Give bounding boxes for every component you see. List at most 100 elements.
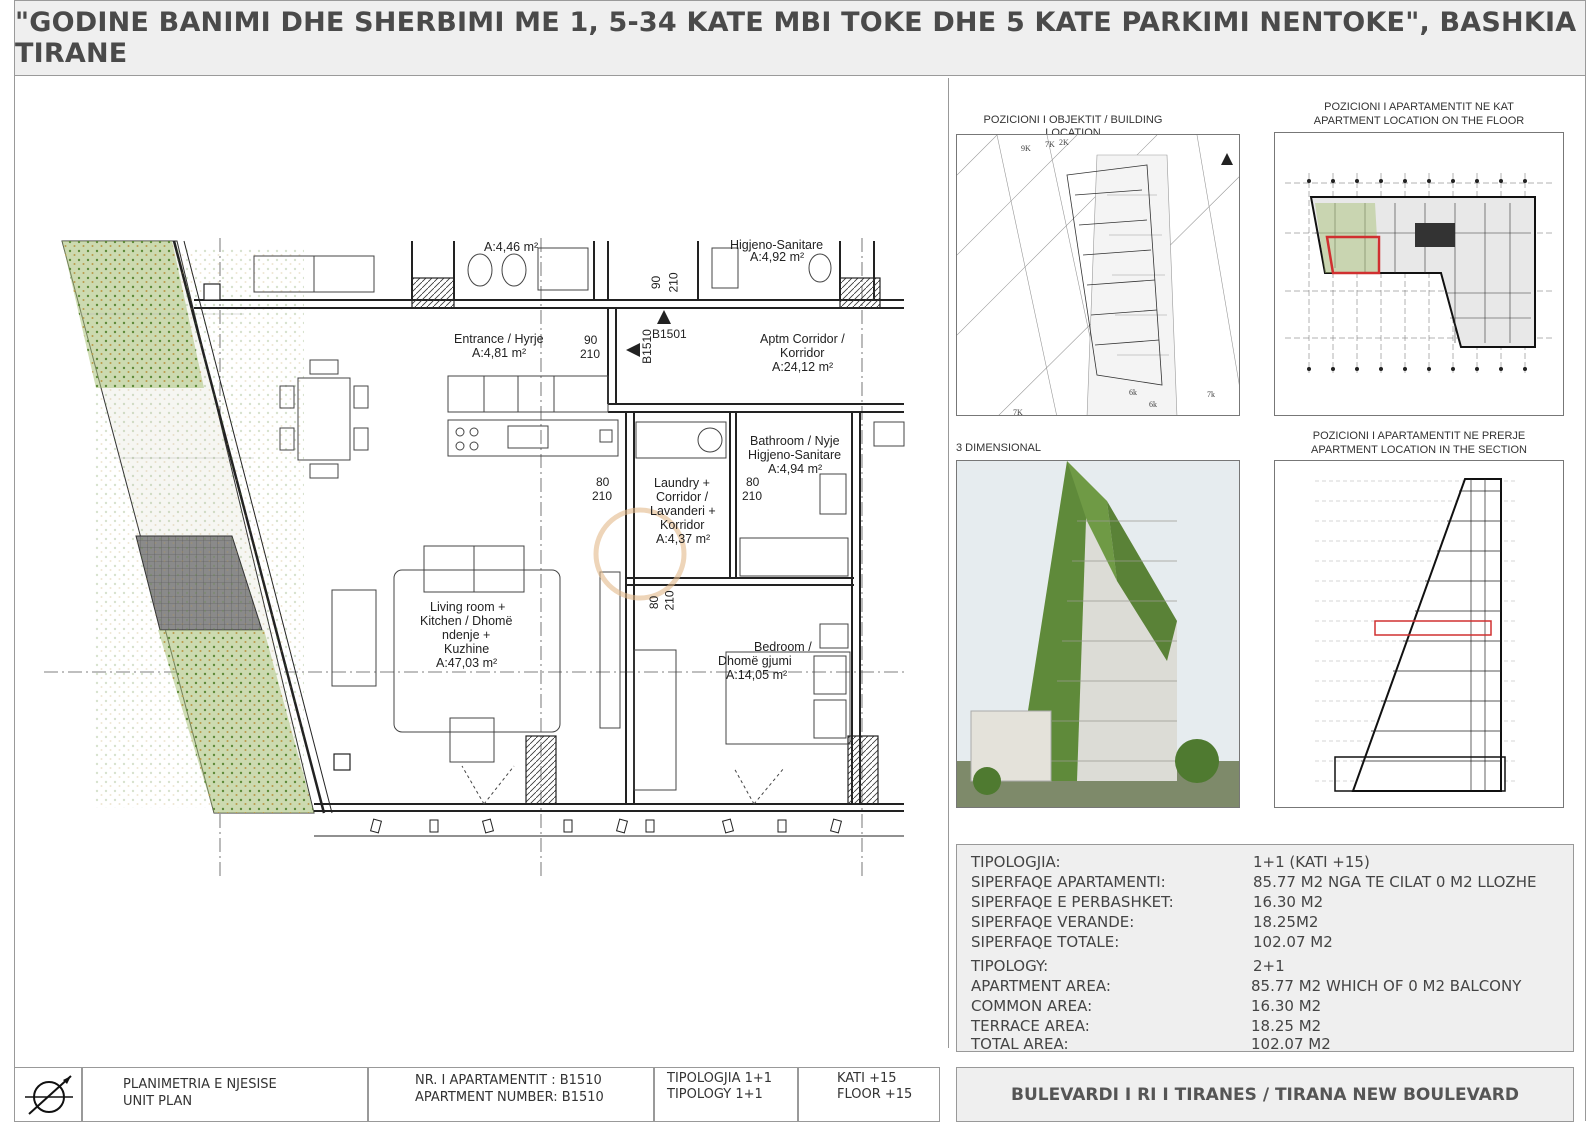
unit-plan-label-al: PLANIMETRIA E NJESISE — [123, 1077, 277, 1092]
info-value: 18.25M2 — [1253, 913, 1319, 931]
info-label: SIPERFAQE VERANDE: — [971, 913, 1135, 931]
info-label: SIPERFAQE APARTAMENTI: — [971, 873, 1166, 891]
info-value: 16.30 M2 — [1251, 997, 1322, 1015]
living-label-3: ndenje + — [442, 628, 491, 642]
corridor-label-2: Korridor — [780, 346, 825, 360]
floor-location-caption-2: APARTMENT LOCATION ON THE FLOOR — [1313, 115, 1525, 127]
info-label: APARTMENT AREA: — [971, 977, 1111, 995]
bathroom-label-2: Higjeno-Sanitare — [748, 448, 842, 462]
corridor-area: A:24,12 m² — [772, 360, 834, 374]
dim-height: 210 — [742, 489, 763, 503]
living-label-2: Kitchen / Dhomë — [420, 614, 513, 628]
site-plan-drawing: 9K 7K 2K 7K 6k 6k 7k — [957, 135, 1239, 416]
window-markers — [369, 818, 843, 834]
room-area-top-right: A:4,92 m² — [750, 250, 805, 264]
info-label: SIPERFAQE TOTALE: — [971, 933, 1120, 951]
laundry-label-1: Laundry + — [654, 476, 710, 490]
bathroom-label-1: Bathroom / Nyje — [750, 434, 840, 448]
bedroom-label-2: Dhomë gjumi — [718, 654, 792, 668]
boulevard-cell: BULEVARDI I RI I TIRANES / TIRANA NEW BO… — [956, 1067, 1574, 1122]
floor-cell: KATI +15 FLOOR +15 — [798, 1067, 940, 1122]
dim-width: 80 — [647, 595, 662, 610]
floor-plan-mini — [1285, 173, 1555, 373]
section-location-caption-1: POZICIONI I APARTAMENTIT NE PRERJE — [1312, 430, 1526, 442]
room-area-top-left: A:4,46 m² — [484, 240, 539, 254]
info-value: 16.30 M2 — [1253, 893, 1324, 911]
info-value: 1+1 (KATI +15) — [1253, 853, 1370, 871]
info-label: SIPERFAQE E PERBASHKET: — [971, 893, 1174, 911]
apartment-number-cell: NR. I APARTAMENTIT : B1510 APARTMENT NUM… — [368, 1067, 654, 1122]
floor-plan: A:4,46 m² Higjeno-Sanitare A:4,92 m² Ent… — [14, 78, 949, 1048]
three-d-caption: 3 DIMENSIONAL — [956, 442, 1041, 454]
apartment-info-table: TIPOLOGJIA: 1+1 (KATI +15) SIPERFAQE APA… — [956, 844, 1574, 1053]
page-title: "GODINE BANIMI DHE SHERBIMI ME 1, 5-34 K… — [15, 7, 1577, 69]
info-label: TIPOLOGJIA: — [971, 853, 1061, 871]
header-title-bar: "GODINE BANIMI DHE SHERBIMI ME 1, 5-34 K… — [14, 0, 1586, 76]
kitchen — [447, 375, 619, 457]
site-label: 7k — [1207, 390, 1215, 399]
section-drawing — [1315, 478, 1515, 792]
unit-tag: B1501 — [652, 327, 687, 341]
apartment-number-al: NR. I APARTAMENTIT : B1510 — [415, 1073, 602, 1088]
section-location-drawing — [1274, 460, 1564, 808]
dim-height: 210 — [580, 347, 601, 361]
dim-width: 90 — [649, 275, 664, 290]
apartment-number-en: APARTMENT NUMBER: B1510 — [415, 1090, 604, 1105]
floor-al: KATI +15 — [837, 1071, 897, 1086]
north-arrow-icon — [25, 1075, 73, 1115]
site-label: 7K — [1045, 140, 1055, 149]
dim-width: 80 — [596, 475, 610, 489]
site-label: 9K — [1021, 144, 1031, 153]
floor-location-caption-1: POZICIONI I APARTAMENTIT NE KAT — [1324, 101, 1514, 113]
dim-height: 210 — [592, 489, 613, 503]
typology-en: TIPOLOGY 1+1 — [667, 1087, 763, 1102]
dim-height: 210 — [666, 272, 681, 293]
floor-plan-drawing — [44, 238, 905, 878]
dim-width: 90 — [584, 333, 598, 347]
corridor-label-1: Aptm Corridor / — [760, 332, 845, 346]
site-label: 2K — [1059, 138, 1069, 147]
info-label: COMMON AREA: — [971, 997, 1093, 1015]
floor-en: FLOOR +15 — [837, 1087, 913, 1102]
boulevard-label: BULEVARDI I RI I TIRANES / TIRANA NEW BO… — [1011, 1084, 1519, 1105]
info-label: TIPOLOGY: — [971, 957, 1049, 975]
three-d-render — [956, 460, 1240, 808]
site-label: 6k — [1129, 388, 1137, 397]
bedroom-area: A:14,05 m² — [726, 668, 788, 682]
dim-height: 210 — [662, 590, 677, 611]
info-value: 85.77 M2 NGA TE CILAT 0 M2 LLOZHE — [1253, 873, 1537, 891]
entrance-area: A:4,81 m² — [472, 346, 527, 360]
site-label: 7K — [1013, 408, 1023, 416]
living-furniture — [331, 545, 677, 805]
bathroom-area: A:4,94 m² — [768, 462, 823, 476]
laundry-label-4: Korridor — [660, 518, 705, 532]
unit-tag-vertical: B1510 — [639, 329, 654, 364]
laundry-label-3: Lavanderi + — [650, 504, 716, 518]
bedroom-label-1: Bedroom / — [754, 640, 812, 654]
entrance-label: Entrance / Hyrje — [454, 332, 544, 346]
info-value: 102.07 M2 — [1253, 933, 1333, 951]
laundry-label-2: Corridor / — [656, 490, 709, 504]
unit-plan-cell: PLANIMETRIA E NJESISE UNIT PLAN — [82, 1067, 368, 1122]
floor-location-plan — [1274, 132, 1564, 416]
living-area: A:47,03 m² — [436, 656, 498, 670]
info-value: 18.25 M2 — [1251, 1017, 1322, 1035]
unit-plan-label-en: UNIT PLAN — [123, 1094, 193, 1109]
terrace — [61, 240, 333, 814]
dim-width: 80 — [746, 475, 760, 489]
tower-render — [957, 461, 1239, 807]
typology-cell: TIPOLOGJIA 1+1 TIPOLOGY 1+1 — [654, 1067, 798, 1122]
info-value: 85.77 M2 WHICH OF 0 M2 BALCONY — [1251, 977, 1522, 995]
info-value: 102.07 M2 — [1251, 1035, 1331, 1053]
living-label-1: Living room + — [430, 600, 506, 614]
columns — [203, 277, 881, 805]
section-location-caption-2: APARTMENT LOCATION IN THE SECTION — [1311, 444, 1527, 456]
living-label-4: Kuzhine — [444, 642, 490, 656]
top-fixtures — [253, 247, 832, 293]
building-location-map: 9K 7K 2K 7K 6k 6k 7k — [956, 134, 1240, 416]
info-label: TERRACE AREA: — [971, 1017, 1090, 1035]
site-label: 6k — [1149, 400, 1157, 409]
typology-al: TIPOLOGJIA 1+1 — [667, 1071, 773, 1086]
info-value: 2+1 — [1253, 957, 1285, 975]
laundry-area: A:4,37 m² — [656, 532, 711, 546]
